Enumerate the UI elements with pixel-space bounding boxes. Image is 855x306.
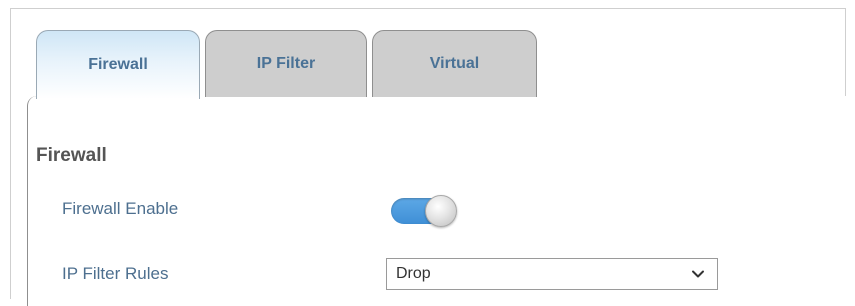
section-title: Firewall	[36, 145, 107, 166]
tab-ip-filter[interactable]: IP Filter	[205, 30, 367, 97]
ip-filter-rules-label: IP Filter Rules	[62, 264, 169, 283]
ip-filter-rules-select[interactable]: Drop	[386, 258, 718, 290]
tab-ip-filter-label: IP Filter	[256, 55, 316, 72]
tab-firewall-label: Firewall	[88, 56, 148, 73]
ip-filter-rules-value: Drop	[396, 265, 431, 282]
firewall-enable-label: Firewall Enable	[62, 199, 179, 218]
tab-virtual-label: Virtual	[429, 55, 480, 72]
chevron-down-icon	[692, 270, 704, 278]
firewall-enable-toggle[interactable]	[391, 195, 458, 227]
tab-firewall[interactable]: Firewall	[36, 30, 200, 99]
toggle-knob	[425, 195, 457, 227]
tab-virtual[interactable]: Virtual	[372, 30, 537, 97]
